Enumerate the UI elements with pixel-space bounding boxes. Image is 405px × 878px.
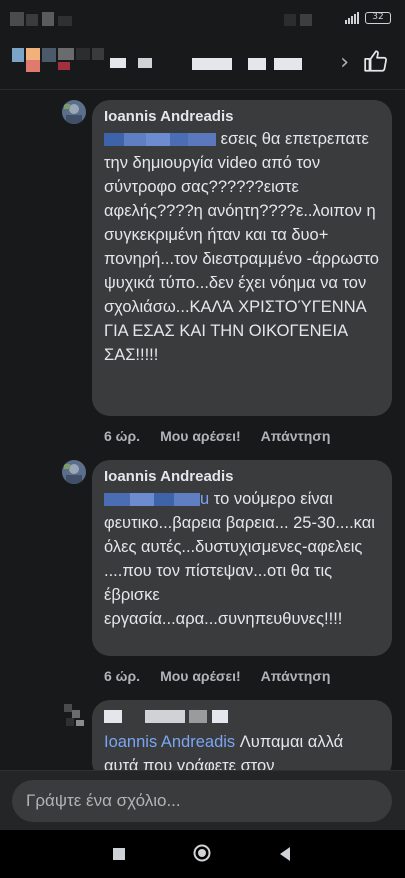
avatar[interactable] — [62, 460, 86, 484]
blurred-header-block — [274, 58, 302, 70]
comment-input[interactable] — [12, 780, 392, 822]
blurred-mention[interactable] — [104, 133, 124, 147]
blurred-header-block — [76, 48, 90, 60]
recents-button[interactable] — [113, 848, 125, 860]
blurred-header-block — [42, 48, 56, 62]
system-nav-bar — [0, 830, 405, 878]
blurred-author-block — [104, 710, 122, 724]
blurred-author-block — [144, 710, 185, 724]
blurred-header-block — [92, 48, 104, 60]
blurred-header-icon[interactable] — [12, 48, 24, 62]
avatar[interactable] — [62, 100, 86, 124]
comment-body: εσεις θα επετρεπατε την δημιουργία video… — [104, 130, 379, 364]
blurred-mention-block — [170, 133, 188, 147]
blurred-status-block — [42, 12, 54, 26]
home-button[interactable] — [192, 843, 212, 863]
comment-time[interactable]: 6 ώρ. — [104, 428, 140, 444]
comment-actions: 6 ώρ. Μου αρέσει! Απάντηση — [104, 428, 330, 444]
blurred-status-block — [284, 14, 296, 26]
like-button[interactable]: Μου αρέσει! — [160, 428, 241, 444]
blurred-author-block — [189, 710, 208, 724]
blurred-header-block — [248, 58, 266, 70]
comment-bubble[interactable]: Ioannis Andreadis εσεις θα επετρεπατε τη… — [92, 100, 392, 416]
back-button[interactable] — [278, 846, 292, 862]
comment-bubble[interactable]: Ioannis Andreadis u το νούμερο είναι φευ… — [92, 460, 392, 656]
blurred-author[interactable] — [104, 708, 380, 724]
post-header: › — [0, 34, 405, 90]
like-button[interactable]: Μου αρέσει! — [160, 668, 241, 684]
blurred-mention[interactable] — [104, 493, 130, 507]
blurred-header-block — [110, 58, 126, 68]
blurred-author-block — [211, 710, 228, 724]
blurred-header-block — [192, 58, 232, 70]
signal-icon — [345, 12, 359, 24]
avatar[interactable] — [62, 704, 86, 728]
comment-text: u το νούμερο είναι φευτικο...βαρεια βαρε… — [104, 487, 380, 631]
status-bar: 32 — [0, 0, 405, 34]
blurred-mention-block — [174, 493, 200, 507]
reply-button[interactable]: Απάντηση — [261, 428, 331, 444]
blurred-author-block — [126, 710, 141, 724]
mention-link[interactable]: Ioannis Andreadis — [104, 733, 235, 751]
blurred-status-block — [58, 16, 72, 26]
like-icon[interactable] — [363, 48, 389, 74]
blurred-header-block — [58, 62, 70, 70]
blurred-mention-block — [154, 493, 174, 507]
status-icons: 32 — [345, 12, 391, 24]
comment-time[interactable]: 6 ώρ. — [104, 668, 140, 684]
comment-bubble[interactable]: Ioannis Andreadis Λυπαμαι αλλά αυτά που … — [92, 700, 392, 780]
blurred-header-block — [26, 48, 40, 60]
comment-author[interactable]: Ioannis Andreadis — [104, 468, 380, 485]
blurred-mention-block — [188, 133, 216, 147]
chevron-right-icon[interactable]: › — [340, 50, 349, 75]
blurred-header-block — [138, 58, 152, 68]
comment-text: εσεις θα επετρεπατε την δημιουργία video… — [104, 127, 380, 367]
blurred-status-block — [300, 14, 312, 26]
blurred-mention-block — [130, 493, 154, 507]
blurred-status-block — [26, 14, 38, 26]
mention-tail[interactable]: u — [200, 490, 209, 508]
battery-icon: 32 — [365, 12, 391, 24]
comment-author[interactable]: Ioannis Andreadis — [104, 108, 380, 125]
blurred-header-block — [26, 60, 40, 72]
comment-composer — [0, 770, 405, 830]
blurred-header-block — [58, 48, 74, 60]
blurred-mention-block — [146, 133, 170, 147]
blurred-status-left — [10, 12, 24, 26]
reply-button[interactable]: Απάντηση — [261, 668, 331, 684]
comment-actions: 6 ώρ. Μου αρέσει! Απάντηση — [104, 668, 330, 684]
blurred-mention-block — [124, 133, 146, 147]
comment-body: το νούμερο είναι φευτικο...βαρεια βαρεια… — [104, 490, 375, 628]
